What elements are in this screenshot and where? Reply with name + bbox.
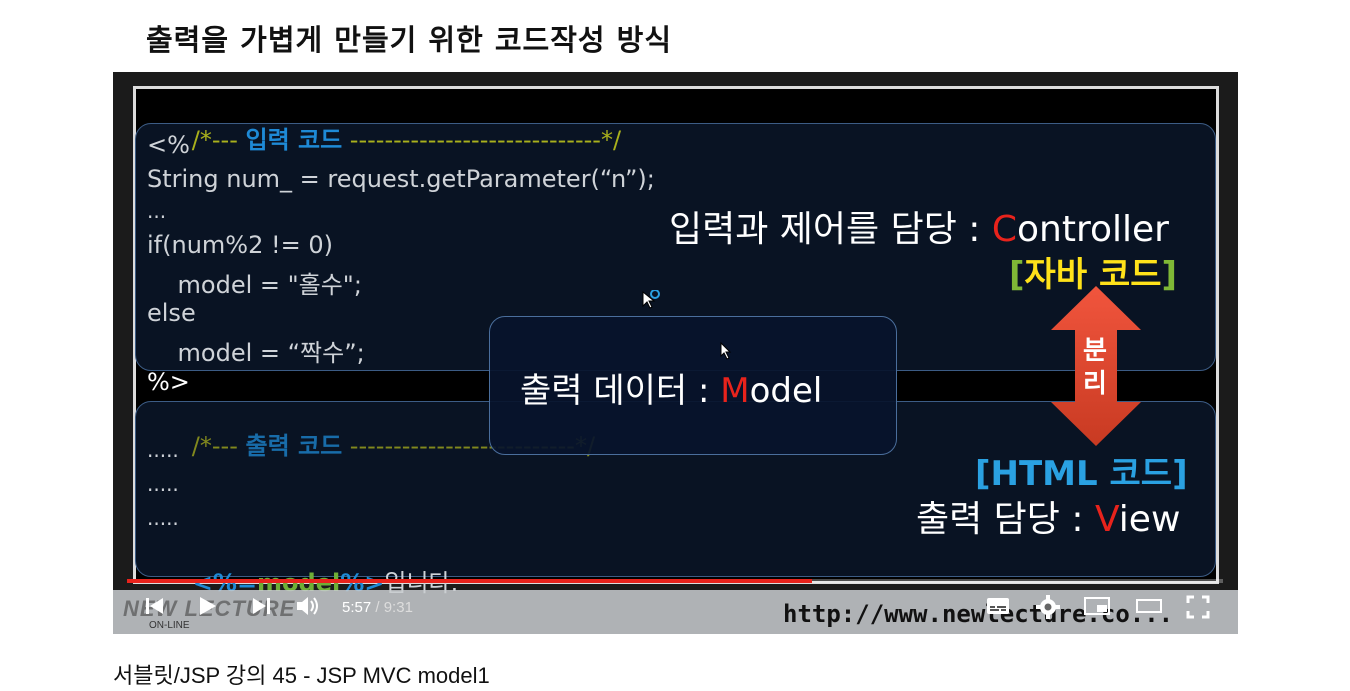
next-icon[interactable] (249, 594, 273, 618)
input-code-label: 입력 코드 (245, 126, 343, 154)
pointer-cursor-icon (642, 290, 660, 309)
settings-gear-icon[interactable] (1035, 594, 1061, 620)
code-line: <% (147, 131, 190, 159)
time-separator: / (371, 599, 384, 616)
code-line: ..... (147, 506, 179, 530)
view-initial: V (1094, 499, 1119, 540)
comment-suffix: -----------------------------*/ (342, 126, 622, 154)
slide-title: 출력을 가볍게 만들기 위한 코드작성 방식 (146, 23, 673, 57)
controller-rest: ontroller (1017, 209, 1169, 250)
subtitles-icon[interactable] (985, 594, 1011, 618)
comment-prefix: /*--- (191, 126, 246, 154)
code-line: ... (147, 199, 167, 223)
current-time: 5:57 (342, 599, 372, 616)
model-initial: M (720, 371, 750, 411)
view-prefix: 출력 담당 : (916, 499, 1095, 540)
code-line: ..... (147, 438, 179, 462)
volume-icon[interactable] (295, 594, 321, 618)
play-icon[interactable] (195, 594, 219, 618)
output-code-label: 출력 코드 (245, 432, 343, 460)
fullscreen-icon[interactable] (1185, 594, 1211, 620)
code-line: %> (147, 368, 190, 396)
model-label: 출력 데이터 : Model (520, 363, 822, 412)
model-prefix: 출력 데이터 : (520, 371, 721, 411)
total-time: 9:31 (383, 599, 413, 616)
pointer-cursor-icon (720, 341, 732, 360)
bracket: ] (1161, 255, 1178, 295)
time-display: 5:57 / 9:31 (342, 599, 413, 616)
page: 출력을 가볍게 만들기 위한 코드작성 방식 /*--- 입력 코드 -----… (0, 0, 1350, 691)
view-label: 출력 담당 : View (916, 490, 1180, 542)
controller-initial: C (991, 209, 1018, 250)
bracket: [ (1009, 255, 1025, 295)
separate-label-1: 분 (1083, 336, 1107, 366)
previous-icon[interactable] (143, 594, 167, 618)
controller-prefix: 입력과 제어를 담당 : (669, 209, 992, 250)
code-line: model = "홀수"; (147, 271, 362, 299)
slide-url: http://www.newlecture.co... (783, 600, 1174, 628)
view-rest: iew (1118, 499, 1181, 540)
video-player[interactable]: 출력을 가볍게 만들기 위한 코드작성 방식 /*--- 입력 코드 -----… (113, 0, 1238, 634)
controller-label: 입력과 제어를 담당 : Controller (669, 200, 1169, 252)
video-title[interactable]: 서블릿/JSP 강의 45 - JSP MVC model1 (113, 658, 490, 690)
code-line: model = “짝수”; (147, 339, 365, 367)
theater-mode-icon[interactable] (1135, 594, 1163, 618)
html-code-label: [HTML 코드] (975, 454, 1188, 494)
progress-played (127, 579, 812, 583)
code-line: if(num%2 != 0) (147, 231, 333, 259)
logo-subtext: ON-LINE (149, 620, 190, 631)
miniplayer-icon[interactable] (1083, 594, 1111, 618)
comment-prefix: /*--- (191, 432, 246, 460)
code-line: String num_ = request.getParameter(“n”); (147, 165, 655, 193)
model-rest: odel (749, 371, 823, 411)
progress-bar[interactable] (127, 579, 1223, 583)
separate-label-2: 리 (1083, 369, 1107, 399)
code-line: ..... (147, 472, 179, 496)
slide-title-bar: 출력을 가볍게 만들기 위한 코드작성 방식 (113, 0, 1238, 72)
code-line: else (147, 299, 196, 327)
